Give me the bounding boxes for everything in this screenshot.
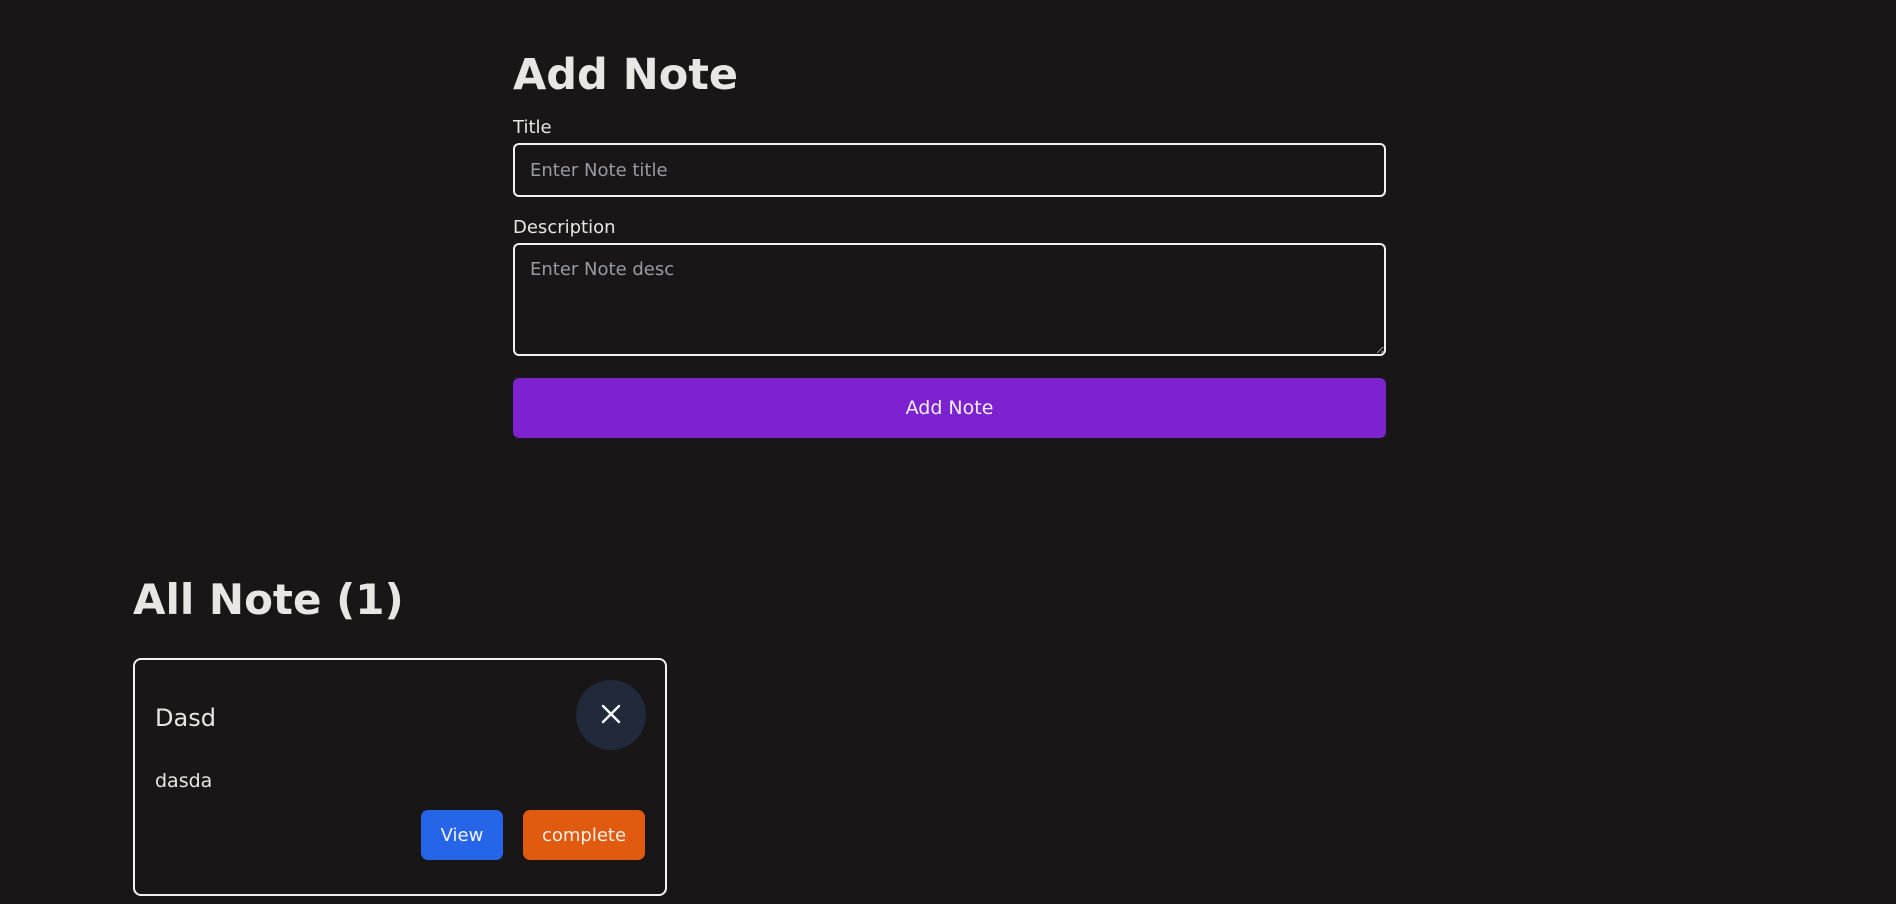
note-description: dasda xyxy=(155,770,213,792)
all-notes-heading: All Note (1) xyxy=(133,575,404,624)
add-note-form: Add Note Title Description Add Note xyxy=(513,40,1386,438)
title-input[interactable] xyxy=(513,143,1386,197)
description-label: Description xyxy=(513,217,616,238)
delete-note-button[interactable] xyxy=(576,680,646,750)
note-card: Dasd dasda View complete xyxy=(133,658,667,896)
description-textarea[interactable] xyxy=(513,243,1386,356)
title-label: Title xyxy=(513,117,552,138)
add-note-button[interactable]: Add Note xyxy=(513,378,1386,438)
complete-button[interactable]: complete xyxy=(523,810,645,860)
add-note-heading: Add Note xyxy=(513,50,739,100)
view-button[interactable]: View xyxy=(421,810,503,860)
close-icon xyxy=(600,703,622,728)
note-title: Dasd xyxy=(155,704,216,732)
